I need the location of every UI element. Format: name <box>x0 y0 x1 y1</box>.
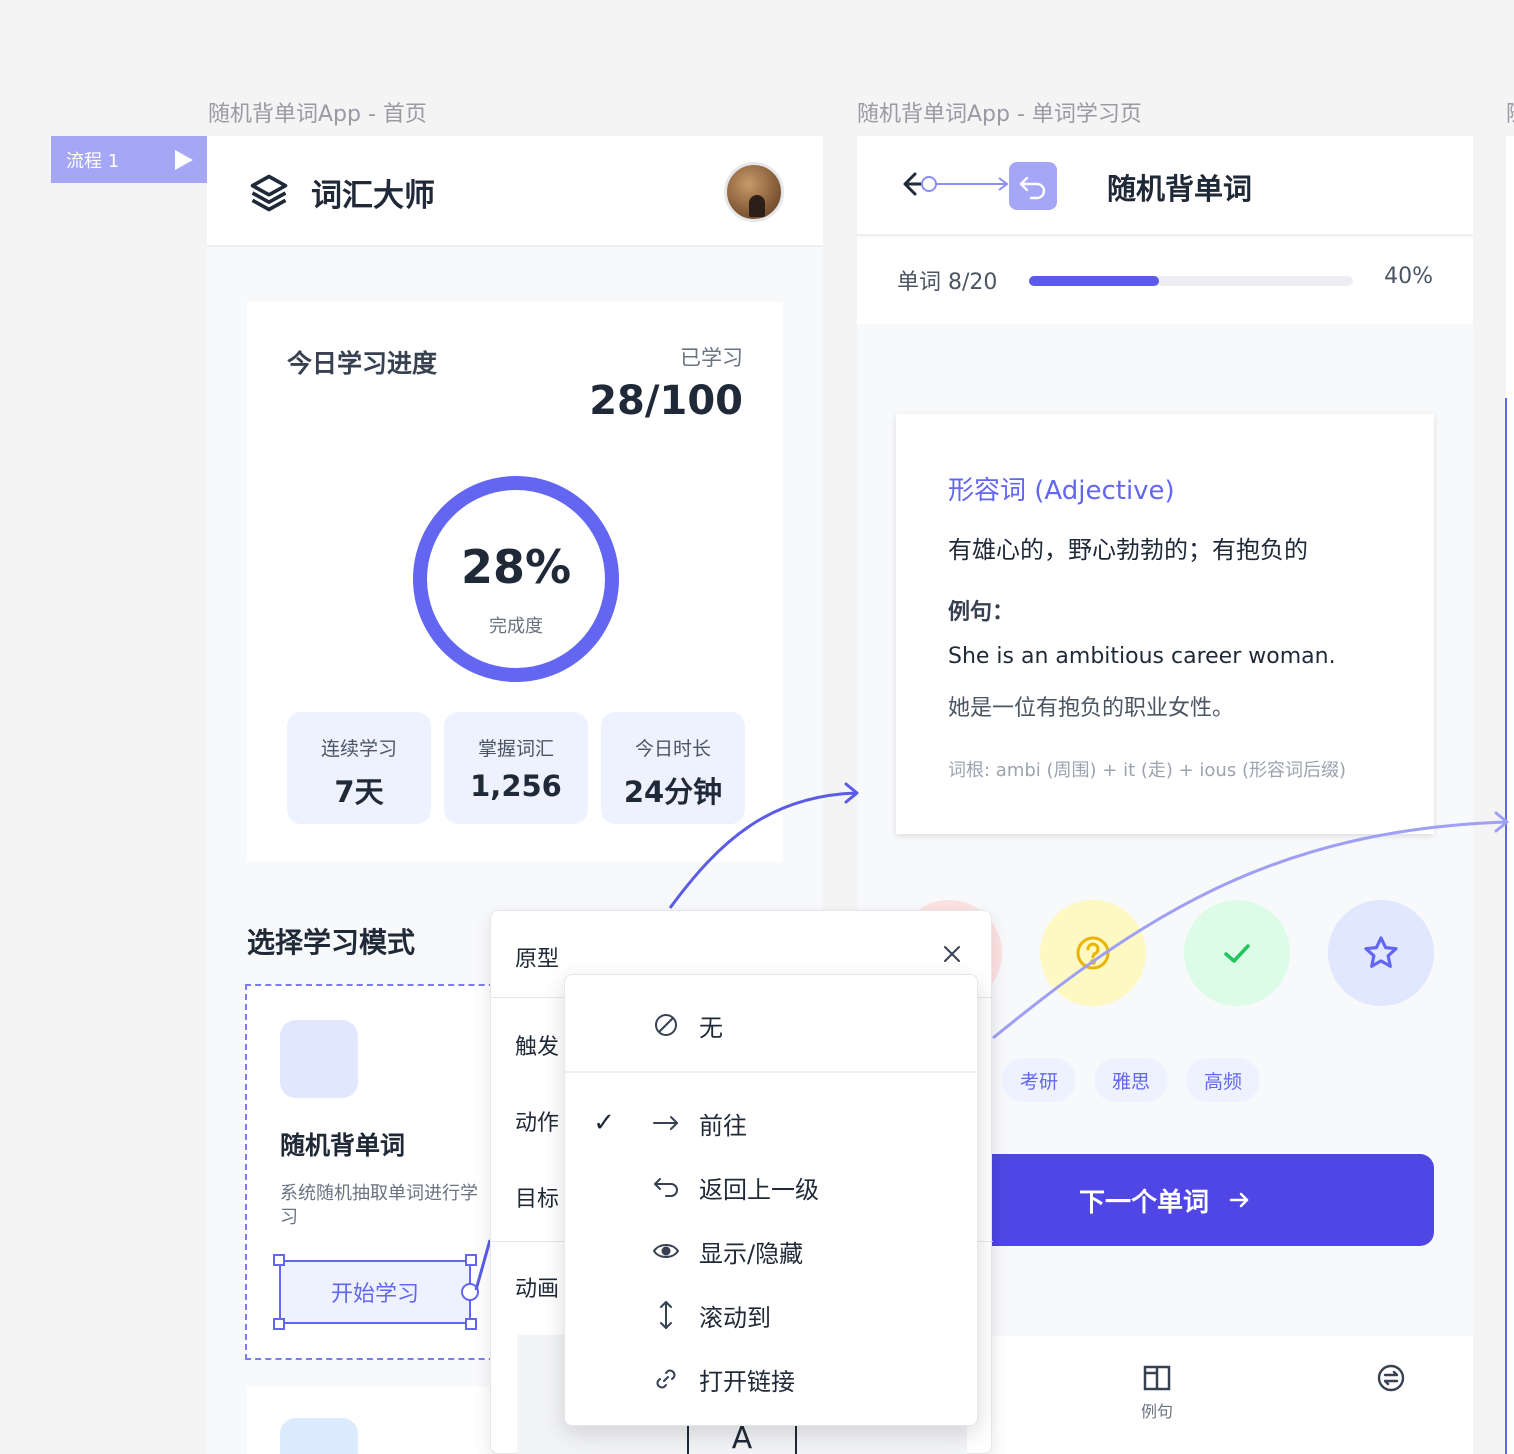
option-label: 滚动到 <box>699 1303 771 1332</box>
scroll-icon <box>660 1301 672 1329</box>
action-option-none[interactable]: 无 <box>565 999 979 1051</box>
target-row[interactable]: 目标 <box>515 1181 559 1213</box>
animation-row[interactable]: 动画 <box>515 1271 559 1303</box>
back-icon <box>654 1178 678 1197</box>
action-option-scroll[interactable]: 滚动到 <box>565 1289 979 1341</box>
action-option-back[interactable]: 返回上一级 <box>565 1161 979 1213</box>
connection-arrow-start-button <box>474 1239 492 1291</box>
option-label: 显示/隐藏 <box>699 1239 804 1268</box>
action-row[interactable]: 动作 <box>515 1105 559 1137</box>
none-icon <box>655 1014 677 1036</box>
close-icon[interactable] <box>943 945 961 963</box>
arrow-right-icon <box>653 1116 678 1130</box>
action-option-open-link[interactable]: 打开链接 <box>565 1353 979 1405</box>
option-label: 打开链接 <box>699 1367 795 1396</box>
checkmark-icon: ✓ <box>593 1108 615 1138</box>
connection-arrow-study-to-next <box>992 820 1507 1040</box>
action-option-navigate[interactable]: ✓ 前往 <box>565 1097 979 1149</box>
action-dropdown: 无 ✓ 前往 返回上一级 显示/隐藏 滚动到 打开链接 <box>564 974 979 1426</box>
eye-icon <box>652 1244 680 1258</box>
prototype-panel-title: 原型 <box>515 947 560 972</box>
link-icon <box>656 1369 676 1389</box>
option-label: 前往 <box>699 1111 747 1140</box>
action-option-toggle[interactable]: 显示/隐藏 <box>565 1225 979 1277</box>
option-label: 无 <box>699 1013 723 1042</box>
divider <box>565 1071 979 1073</box>
connection-arrow-home-to-study <box>668 791 857 909</box>
trigger-row[interactable]: 触发 <box>515 1029 559 1061</box>
option-label: 返回上一级 <box>699 1175 819 1204</box>
